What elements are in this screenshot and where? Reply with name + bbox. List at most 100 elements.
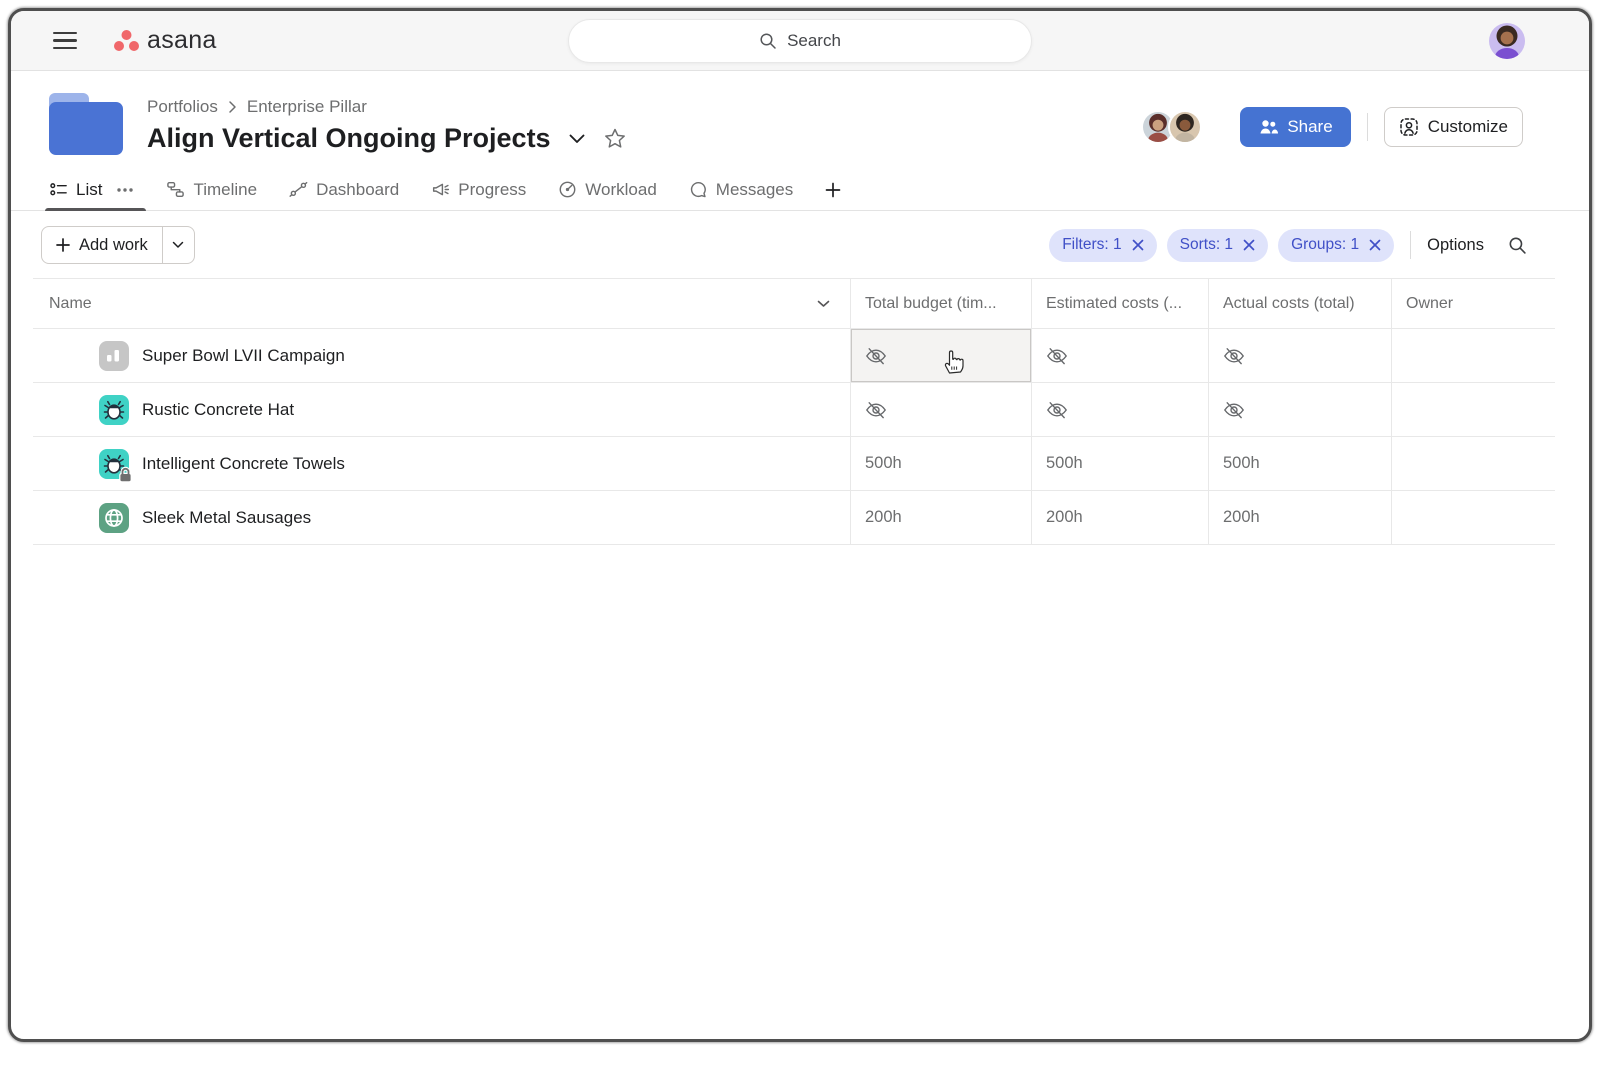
breadcrumb-enterprise-pillar[interactable]: Enterprise Pillar <box>247 97 367 117</box>
estimated-costs-cell[interactable]: 500h <box>1031 437 1208 490</box>
workload-gauge-icon <box>558 180 577 199</box>
groups-chip-label: Groups: 1 <box>1291 236 1359 254</box>
hand-cursor <box>941 348 965 375</box>
options-button[interactable]: Options <box>1427 236 1484 255</box>
add-work-dropdown-button[interactable] <box>162 227 194 263</box>
tab-progress[interactable]: Progress <box>431 169 526 210</box>
toolbar-divider <box>1410 231 1411 259</box>
owner-cell[interactable] <box>1391 437 1555 490</box>
column-header-owner[interactable]: Owner <box>1391 279 1555 328</box>
globe-icon <box>99 503 129 533</box>
estimated-costs-cell[interactable] <box>1031 329 1208 382</box>
breadcrumb-portfolios[interactable]: Portfolios <box>147 97 218 117</box>
eye-slash-icon <box>1223 399 1245 421</box>
close-icon[interactable] <box>1132 239 1144 251</box>
estimated-costs-value: 200h <box>1046 508 1083 527</box>
progress-megaphone-icon <box>431 180 450 199</box>
actual-costs-cell[interactable]: 200h <box>1208 491 1391 544</box>
project-name-cell[interactable]: Super Bowl LVII Campaign <box>33 329 850 382</box>
table-search-button[interactable] <box>1508 236 1527 255</box>
list-icon <box>49 180 68 199</box>
total-budget-cell[interactable] <box>850 329 1031 382</box>
table-header-row: Name Total budget (tim... Estimated cost… <box>33 279 1555 329</box>
add-tab-button[interactable] <box>825 182 841 198</box>
tab-dashboard-label: Dashboard <box>316 180 399 200</box>
customize-button[interactable]: Customize <box>1384 107 1523 147</box>
tab-messages[interactable]: Messages <box>689 169 793 210</box>
close-icon[interactable] <box>1369 239 1381 251</box>
sorts-chip-label: Sorts: 1 <box>1180 236 1233 254</box>
view-tabs: List Timeline Dashboard <box>11 169 1589 211</box>
total-budget-cell[interactable]: 200h <box>850 491 1031 544</box>
topbar: asana Search <box>11 11 1589 71</box>
column-header-actual-costs[interactable]: Actual costs (total) <box>1208 279 1391 328</box>
plus-icon <box>56 238 70 252</box>
column-header-estimated-costs-label: Estimated costs (... <box>1046 295 1182 313</box>
user-avatar[interactable] <box>1489 23 1525 59</box>
actual-costs-cell[interactable]: 500h <box>1208 437 1391 490</box>
eye-slash-icon <box>865 399 887 421</box>
estimated-costs-cell[interactable]: 200h <box>1031 491 1208 544</box>
messages-bubble-icon <box>689 180 708 199</box>
project-name-cell[interactable]: Rustic Concrete Hat <box>33 383 850 436</box>
project-name-cell[interactable]: Sleek Metal Sausages <box>33 491 850 544</box>
chevron-down-icon <box>172 241 184 249</box>
title-chevron-down-icon[interactable] <box>569 134 585 144</box>
add-work-label: Add work <box>79 236 148 255</box>
table-row: Intelligent Concrete Towels 500h 500h 50… <box>33 437 1555 491</box>
actual-costs-value: 200h <box>1223 508 1260 527</box>
member-avatar-2[interactable] <box>1168 110 1202 144</box>
total-budget-cell[interactable]: 500h <box>850 437 1031 490</box>
total-budget-cell[interactable] <box>850 383 1031 436</box>
column-header-name[interactable]: Name <box>33 279 850 328</box>
filters-chip-label: Filters: 1 <box>1062 236 1121 254</box>
name-column-chevron-down-icon[interactable] <box>817 300 830 308</box>
tab-progress-label: Progress <box>458 180 526 200</box>
timeline-icon <box>166 180 185 199</box>
tab-list[interactable]: List <box>49 169 102 210</box>
tab-messages-label: Messages <box>716 180 793 200</box>
tab-timeline[interactable]: Timeline <box>166 169 257 210</box>
portfolio-folder-icon <box>49 93 123 155</box>
tab-dashboard[interactable]: Dashboard <box>289 169 399 210</box>
bug-lock-icon <box>99 449 129 479</box>
search-icon <box>1508 236 1527 255</box>
project-name: Rustic Concrete Hat <box>142 400 294 420</box>
column-header-estimated-costs[interactable]: Estimated costs (... <box>1031 279 1208 328</box>
column-header-total-budget[interactable]: Total budget (tim... <box>850 279 1031 328</box>
share-button-label: Share <box>1287 117 1332 137</box>
asana-logo[interactable]: asana <box>113 26 217 55</box>
table-row: Sleek Metal Sausages 200h 200h 200h <box>33 491 1555 545</box>
filters-chip[interactable]: Filters: 1 <box>1049 229 1156 262</box>
eye-slash-icon <box>1223 345 1245 367</box>
customize-button-label: Customize <box>1428 117 1508 137</box>
actual-costs-cell[interactable] <box>1208 329 1391 382</box>
projects-table: Name Total budget (tim... Estimated cost… <box>33 278 1555 545</box>
page-header: Portfolios Enterprise Pillar Align Verti… <box>11 71 1589 155</box>
groups-chip[interactable]: Groups: 1 <box>1278 229 1394 262</box>
estimated-costs-cell[interactable] <box>1031 383 1208 436</box>
lock-icon <box>117 466 134 483</box>
customize-icon <box>1399 117 1419 137</box>
tab-overflow-menu-icon[interactable] <box>116 187 134 193</box>
tab-workload[interactable]: Workload <box>558 169 657 210</box>
member-facepile[interactable] <box>1141 110 1226 144</box>
owner-cell[interactable] <box>1391 383 1555 436</box>
share-button[interactable]: Share <box>1240 107 1350 147</box>
search-input[interactable]: Search <box>568 19 1032 63</box>
hamburger-menu-icon[interactable] <box>53 27 77 55</box>
star-icon[interactable] <box>603 127 627 151</box>
column-header-actual-costs-label: Actual costs (total) <box>1223 295 1355 313</box>
sorts-chip[interactable]: Sorts: 1 <box>1167 229 1268 262</box>
chevron-right-icon <box>228 100 237 114</box>
board-icon <box>99 341 129 371</box>
close-icon[interactable] <box>1243 239 1255 251</box>
project-name-cell[interactable]: Intelligent Concrete Towels <box>33 437 850 490</box>
add-work-button[interactable]: Add work <box>41 226 195 264</box>
column-header-total-budget-label: Total budget (tim... <box>865 295 997 313</box>
actual-costs-value: 500h <box>1223 454 1260 473</box>
actual-costs-cell[interactable] <box>1208 383 1391 436</box>
tab-list-label: List <box>76 180 102 200</box>
owner-cell[interactable] <box>1391 329 1555 382</box>
owner-cell[interactable] <box>1391 491 1555 544</box>
